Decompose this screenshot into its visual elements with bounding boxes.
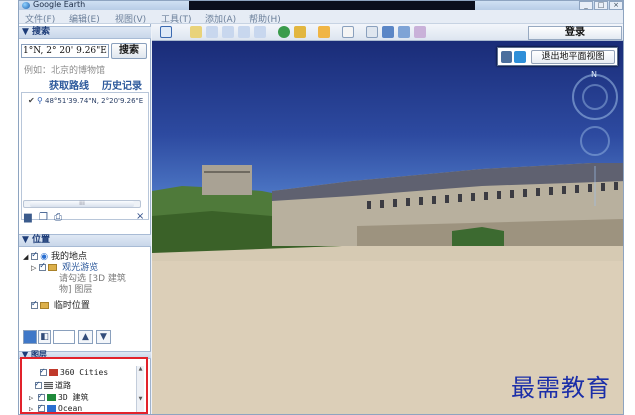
placemark-pin-icon: ⚲ (37, 96, 43, 105)
horizontal-scrollbar[interactable]: ⁞⁞⁞ (23, 200, 141, 208)
expand-arrow-icon[interactable]: ▷ (31, 264, 36, 272)
main-toolbar: 登录 (152, 24, 623, 41)
expand-arrow-icon[interactable]: ◢ (23, 253, 28, 261)
folder-icon (40, 302, 49, 309)
overlay-icon[interactable] (238, 26, 250, 38)
exit-ground-level-button[interactable]: 退出地平面视图 (531, 50, 615, 64)
path-icon[interactable] (222, 26, 234, 38)
app-root: Google Earth _ □ × 文件(F) 编辑(E) 视图(V) 工具(… (0, 0, 635, 415)
checkbox[interactable] (39, 261, 47, 271)
google-earth-logo-icon (22, 2, 30, 9)
look-joystick[interactable] (572, 74, 618, 120)
close-window-button[interactable]: × (609, 1, 623, 10)
sidebar-toggle-icon[interactable] (160, 26, 172, 38)
folder-icon (48, 264, 58, 271)
ground-view-controls: 退出地平面视图 (497, 47, 618, 66)
copy-icon[interactable]: ❐ (39, 212, 48, 223)
get-directions-link[interactable]: 获取路线 (49, 77, 89, 92)
panel-toggle-icon[interactable]: ◧ (38, 330, 51, 344)
polygon-icon[interactable] (206, 26, 218, 38)
layers-highlight-box (20, 357, 148, 414)
move-down-button[interactable]: ▼ (96, 330, 111, 344)
login-button[interactable]: 登录 (528, 26, 622, 40)
window-title: Google Earth (33, 0, 86, 9)
tree-item-label: 临时位置 (53, 301, 90, 311)
search-example-hint: 例如：北京的博物馆 (24, 66, 106, 76)
print-icon[interactable] (366, 26, 378, 38)
tour-icon[interactable] (254, 26, 266, 38)
search-places-icon[interactable] (23, 330, 37, 344)
places-filter-input[interactable] (53, 330, 75, 344)
placemark-icon[interactable] (190, 26, 202, 38)
ruler-icon[interactable] (318, 26, 330, 38)
email-icon[interactable] (342, 26, 354, 38)
distant-building-line (204, 171, 250, 173)
search-input[interactable]: 1°N, 2° 20' 9.26"E (21, 44, 109, 58)
search-button[interactable]: 搜索 (111, 43, 147, 59)
move-joystick[interactable] (580, 126, 610, 156)
menu-bar: 文件(F) 编辑(E) 视图(V) 工具(T) 添加(A) 帮助(H) (19, 10, 623, 25)
compass-north-label[interactable]: N (591, 70, 597, 79)
search-panel-header[interactable]: ▼ 搜索 (19, 26, 151, 39)
places-panel-header[interactable]: ▼ 位置 (19, 234, 151, 247)
save-image-icon[interactable] (414, 26, 426, 38)
checkbox[interactable] (31, 250, 39, 260)
title-bar: Google Earth _ □ × (19, 1, 623, 10)
tree-item-temporary-places[interactable]: 临时位置 (31, 298, 90, 311)
move-up-button[interactable]: ▲ (78, 330, 93, 344)
maximize-button[interactable]: □ (594, 1, 608, 10)
minimize-button[interactable]: _ (579, 1, 593, 10)
watermark-text: 最需教育 (511, 374, 611, 402)
planets-icon[interactable] (294, 26, 306, 38)
kml-icon[interactable] (398, 26, 410, 38)
checkbox[interactable] (31, 299, 38, 309)
search-result-item[interactable]: 48°51'39.74"N, 2°20'9.26"E (45, 97, 143, 105)
google-earth-window: Google Earth _ □ × 文件(F) 编辑(E) 视图(V) 工具(… (18, 0, 624, 415)
close-search-icon[interactable]: × (136, 211, 144, 222)
sun-icon[interactable] (278, 26, 290, 38)
print-icon[interactable]: ⎙ (54, 212, 62, 223)
earth-3d-view[interactable]: N 退出地平面视图 (152, 41, 624, 415)
folder-icon[interactable]: ▆ (24, 212, 32, 223)
scrollbar-thumb[interactable]: ⁞⁞⁞ (30, 201, 134, 207)
look-joystick-inner[interactable] (582, 84, 608, 110)
layers-vertical-scrollbar[interactable]: ▲ ▼ (136, 366, 144, 412)
tree-item-note-line2: 物] 图层 (59, 285, 93, 295)
ground-level-scene[interactable]: N (152, 41, 624, 415)
distant-building (202, 165, 252, 195)
history-link[interactable]: 历史记录 (102, 77, 142, 92)
checkmark-icon[interactable]: ✔ (28, 96, 35, 105)
ground-view-icon[interactable] (514, 51, 526, 63)
street-view-icon[interactable] (501, 51, 512, 63)
google-maps-icon[interactable] (382, 26, 394, 38)
title-bar-dark-area (189, 1, 475, 10)
